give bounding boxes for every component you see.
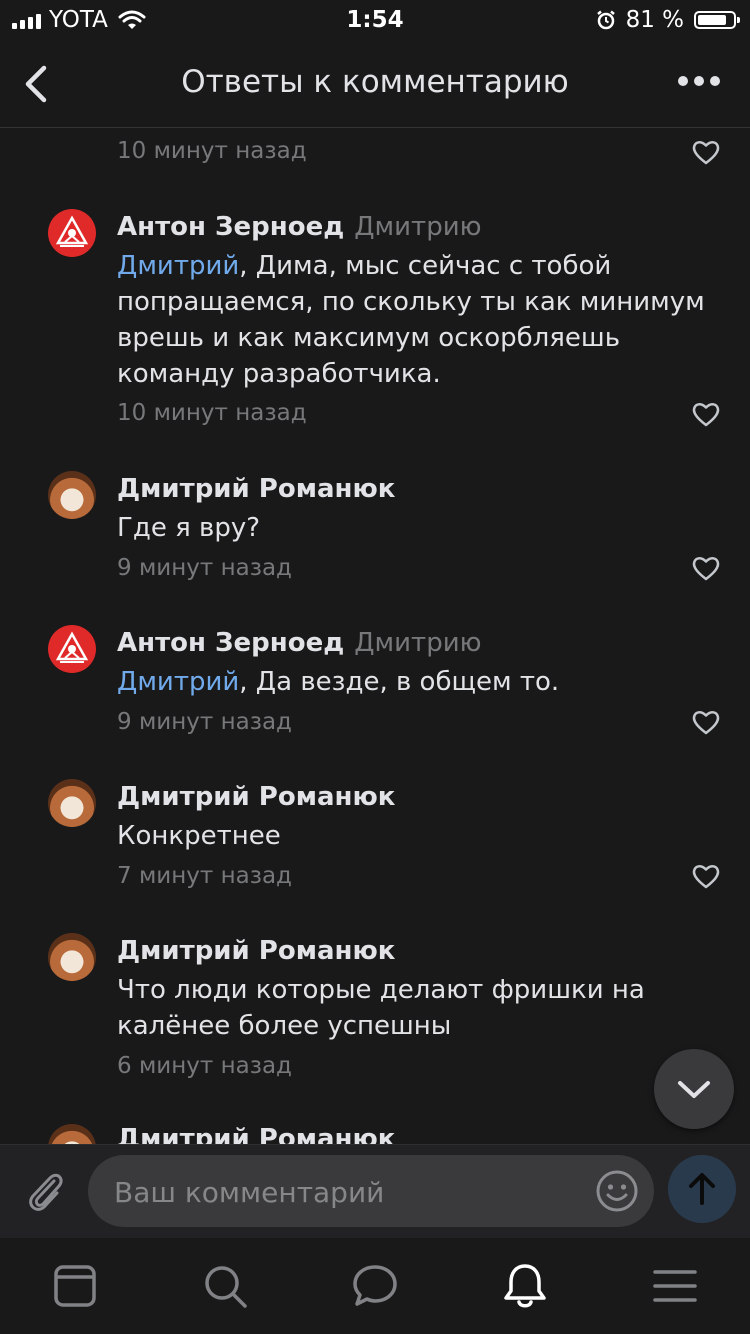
heart-icon[interactable] [691, 138, 721, 166]
attachment-icon[interactable] [24, 1167, 68, 1217]
comment-body: Конкретнее [117, 821, 281, 851]
tab-bar [0, 1238, 750, 1334]
scroll-down-button[interactable] [654, 1049, 734, 1129]
heart-icon[interactable] [691, 862, 721, 890]
comment-author[interactable]: Дмитрий Романюк [117, 1124, 395, 1144]
comment-author[interactable]: Дмитрий Романюк [117, 936, 395, 966]
comment-time: 7 минут назад [117, 863, 292, 889]
more-icon[interactable] [678, 76, 720, 86]
emblem-icon [55, 631, 89, 663]
comment-text: Конкретнее [117, 818, 717, 854]
avatar[interactable] [48, 779, 96, 827]
comment-author[interactable]: Дмитрий Романюк [117, 782, 395, 812]
menu-icon[interactable] [651, 1262, 699, 1310]
comment-composer [0, 1144, 750, 1238]
reply-to-label[interactable]: Дмитрию [354, 212, 481, 242]
mention-link[interactable]: Дмитрий [117, 251, 239, 281]
page-title: Ответы к комментарию [181, 64, 569, 100]
emblem-icon [55, 215, 89, 247]
chevron-down-icon [678, 1081, 710, 1098]
avatar[interactable] [48, 625, 96, 673]
comment-author[interactable]: Антон Зерноед Дмитрию [117, 628, 481, 658]
comment-input[interactable] [112, 1155, 586, 1229]
avatar[interactable] [48, 933, 96, 981]
author-name[interactable]: Антон Зерноед [117, 628, 344, 658]
comment-body: Где я вру? [117, 513, 261, 543]
comment-author[interactable]: Дмитрий Романюк [117, 474, 395, 504]
comment-time: 10 минут назад [117, 138, 307, 164]
send-button[interactable] [668, 1155, 736, 1223]
status-bar: YOTA 1:54 81 % [0, 0, 750, 40]
comment-input-wrapper [88, 1155, 654, 1229]
battery-percent: 81 % [625, 7, 684, 33]
author-name[interactable]: Дмитрий Романюк [117, 936, 395, 966]
search-icon[interactable] [201, 1262, 249, 1310]
comment-text: Дмитрий, Дима, мыс сейчас с тобой попращ… [117, 248, 717, 392]
comments-list: 10 минут назад Антон Зерноед Дмитрию Дмит… [0, 128, 750, 1144]
comment-text: Что люди которые делают фришки на калёне… [117, 972, 717, 1044]
comment-time: 9 минут назад [117, 709, 292, 735]
heart-icon[interactable] [691, 554, 721, 582]
comment-text: Где я вру? [117, 510, 717, 546]
navigation-bar: Ответы к комментарию [0, 40, 750, 128]
avatar[interactable] [48, 471, 96, 519]
author-name[interactable]: Антон Зерноед [117, 212, 344, 242]
comment-time: 6 минут назад [117, 1053, 292, 1079]
comment-body: Что люди которые делают фришки на калёне… [117, 975, 645, 1041]
emoji-icon[interactable] [594, 1168, 640, 1214]
news-icon[interactable] [51, 1262, 99, 1310]
notifications-icon[interactable] [501, 1262, 549, 1310]
comment-author[interactable]: Антон Зерноед Дмитрию [117, 212, 481, 242]
battery-icon [694, 11, 740, 29]
arrow-up-icon [689, 1173, 715, 1205]
messages-icon[interactable] [351, 1262, 399, 1310]
mention-link[interactable]: Дмитрий [117, 667, 239, 697]
author-name[interactable]: Дмитрий Романюк [117, 1124, 395, 1144]
comment-body: , Да везде, в общем то. [239, 667, 560, 697]
heart-icon[interactable] [691, 708, 721, 736]
reply-to-label[interactable]: Дмитрию [354, 628, 481, 658]
heart-icon[interactable] [691, 400, 721, 428]
author-name[interactable]: Дмитрий Романюк [117, 782, 395, 812]
avatar[interactable] [48, 1124, 96, 1144]
comment-time: 9 минут назад [117, 555, 292, 581]
alarm-icon [596, 10, 615, 30]
author-name[interactable]: Дмитрий Романюк [117, 474, 395, 504]
comment-text: Дмитрий, Да везде, в общем то. [117, 664, 717, 700]
comment-time: 10 минут назад [117, 400, 307, 426]
avatar[interactable] [48, 209, 96, 257]
